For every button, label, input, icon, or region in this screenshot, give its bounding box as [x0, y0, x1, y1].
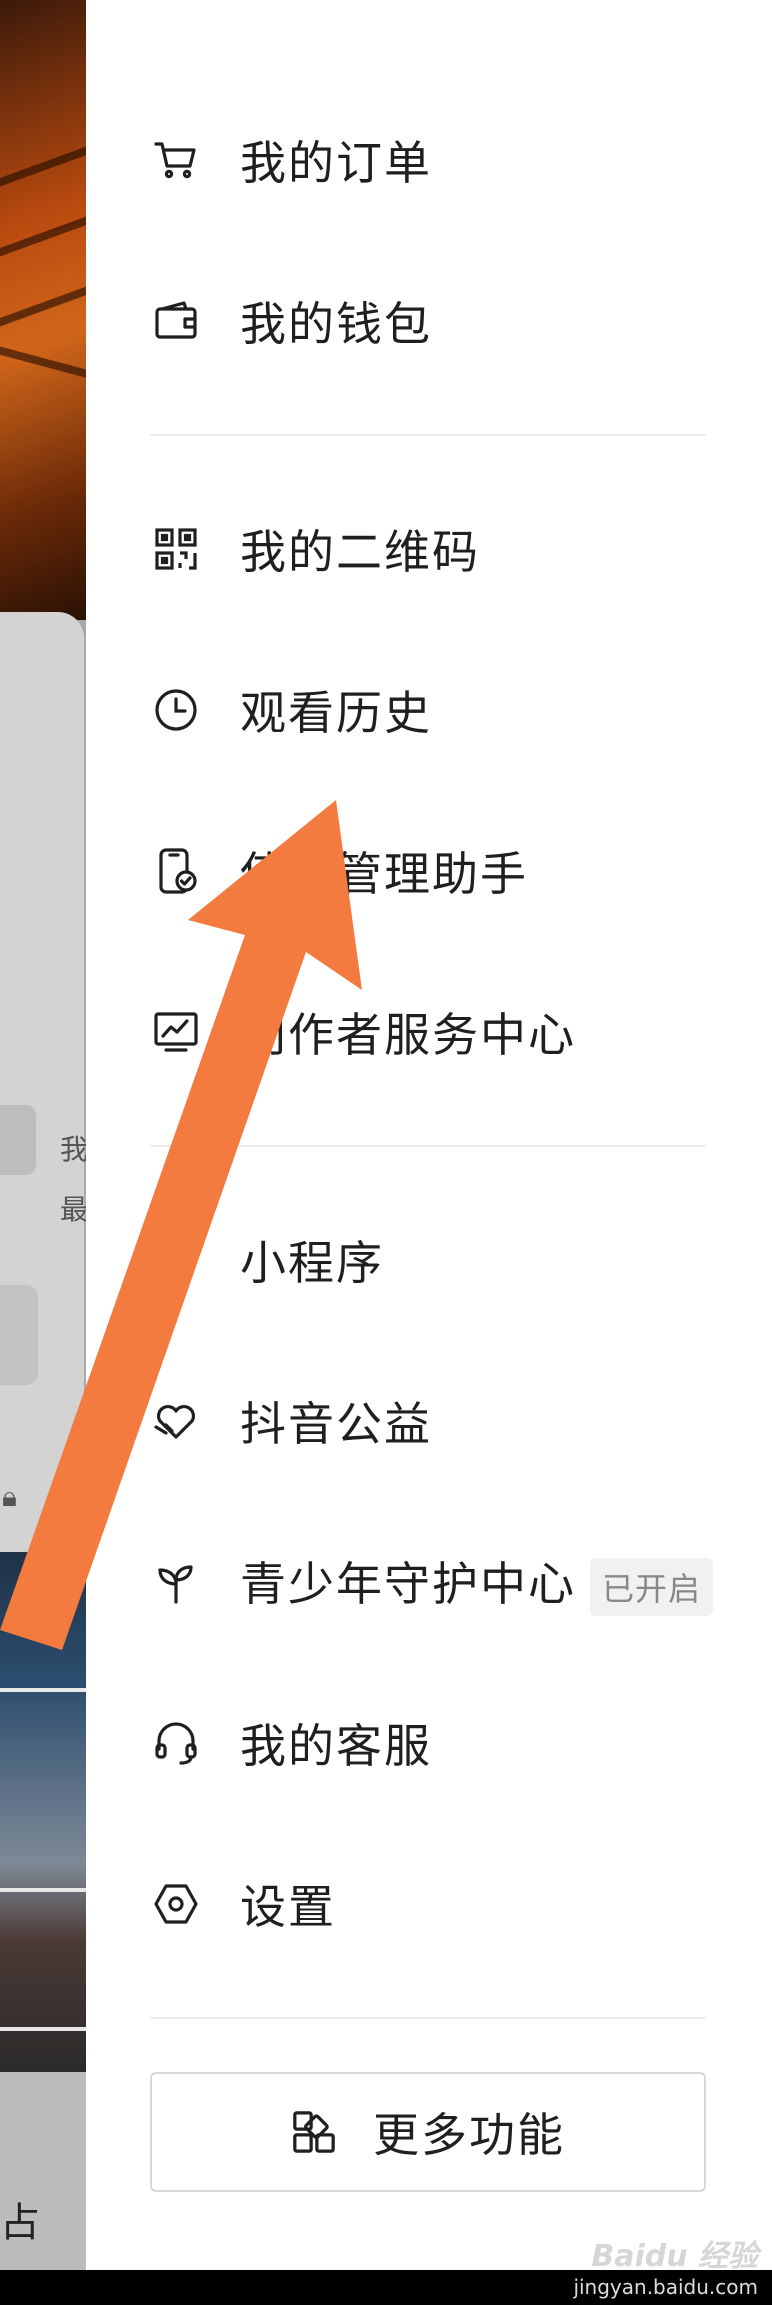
- menu-item-label: 创作者服务中心: [240, 1008, 576, 1062]
- hexagon-settings-icon: [152, 1880, 200, 1928]
- background-thumbnail: [0, 1285, 38, 1385]
- menu-item-customer-service[interactable]: 我的客服: [86, 1683, 772, 1803]
- background-hero-image: [0, 0, 86, 620]
- watermark-brand: Baidu 经验: [591, 2239, 758, 2274]
- side-drawer-menu: 我的订单 我的钱包 我的二维码 观看历史 使用管理助手 创作者服务中心 小程序 …: [86, 0, 772, 2270]
- watermark: Baidu 经验 jingyan.baidu.com: [573, 2231, 758, 2299]
- menu-divider: [150, 2017, 706, 2019]
- wallet-icon: [152, 297, 200, 345]
- heart-hand-icon: [152, 1397, 200, 1445]
- menu-item-label: 抖音公益: [240, 1397, 432, 1451]
- background-video-feed: [0, 1552, 86, 2072]
- menu-item-creator-center[interactable]: 创作者服务中心: [86, 972, 772, 1092]
- menu-item-label: 我的客服: [240, 1719, 432, 1773]
- menu-divider: [150, 1145, 706, 1147]
- menu-item-label: 我的订单: [240, 136, 432, 190]
- menu-item-qrcode[interactable]: 我的二维码: [86, 489, 772, 609]
- background-partial-text: 占: [0, 2200, 40, 2246]
- more-features-label: 更多功能: [373, 2108, 565, 2162]
- status-badge: 已开启: [590, 1558, 714, 1617]
- clock-icon: [152, 686, 200, 734]
- background-card: [0, 612, 84, 1552]
- menu-item-wallet[interactable]: 我的钱包: [86, 261, 772, 381]
- menu-item-history[interactable]: 观看历史: [86, 650, 772, 770]
- menu-item-label: 小程序: [240, 1236, 384, 1290]
- chart-monitor-icon: [152, 1008, 200, 1056]
- menu-item-device-assistant[interactable]: 使用管理助手: [86, 811, 772, 931]
- menu-item-label: 青少年守护中心 已开启: [240, 1548, 714, 1617]
- more-features-button[interactable]: 更多功能: [150, 2072, 706, 2192]
- menu-item-label: 使用管理助手: [240, 847, 528, 901]
- background-app-view: 我 最 🔒︎ 占: [0, 0, 86, 2270]
- menu-item-label: 设置: [240, 1880, 336, 1934]
- grid-icon: [291, 2109, 337, 2155]
- cart-icon: [152, 136, 200, 184]
- phone-check-icon: [152, 847, 200, 895]
- menu-item-orders[interactable]: 我的订单: [86, 100, 772, 220]
- menu-item-charity[interactable]: 抖音公益: [86, 1361, 772, 1481]
- watermark-url: jingyan.baidu.com: [573, 2275, 758, 2299]
- menu-item-label: 我的钱包: [240, 297, 432, 351]
- background-thumbnail: [0, 1105, 36, 1175]
- asterisk-icon: [152, 1236, 200, 1284]
- sprout-icon: [152, 1558, 200, 1606]
- menu-divider: [150, 434, 706, 436]
- menu-item-label: 观看历史: [240, 686, 432, 740]
- menu-item-settings[interactable]: 设置: [86, 1844, 772, 1964]
- headset-icon: [152, 1719, 200, 1767]
- lock-icon: 🔒︎: [2, 1480, 17, 1513]
- menu-item-youth-protection[interactable]: 青少年守护中心 已开启: [86, 1522, 772, 1642]
- menu-item-label: 我的二维码: [240, 525, 480, 579]
- menu-item-mini-program[interactable]: 小程序: [86, 1200, 772, 1320]
- qr-code-icon: [152, 525, 200, 573]
- background-partial-text: 最: [60, 1193, 86, 1226]
- background-partial-text: 我: [60, 1133, 86, 1166]
